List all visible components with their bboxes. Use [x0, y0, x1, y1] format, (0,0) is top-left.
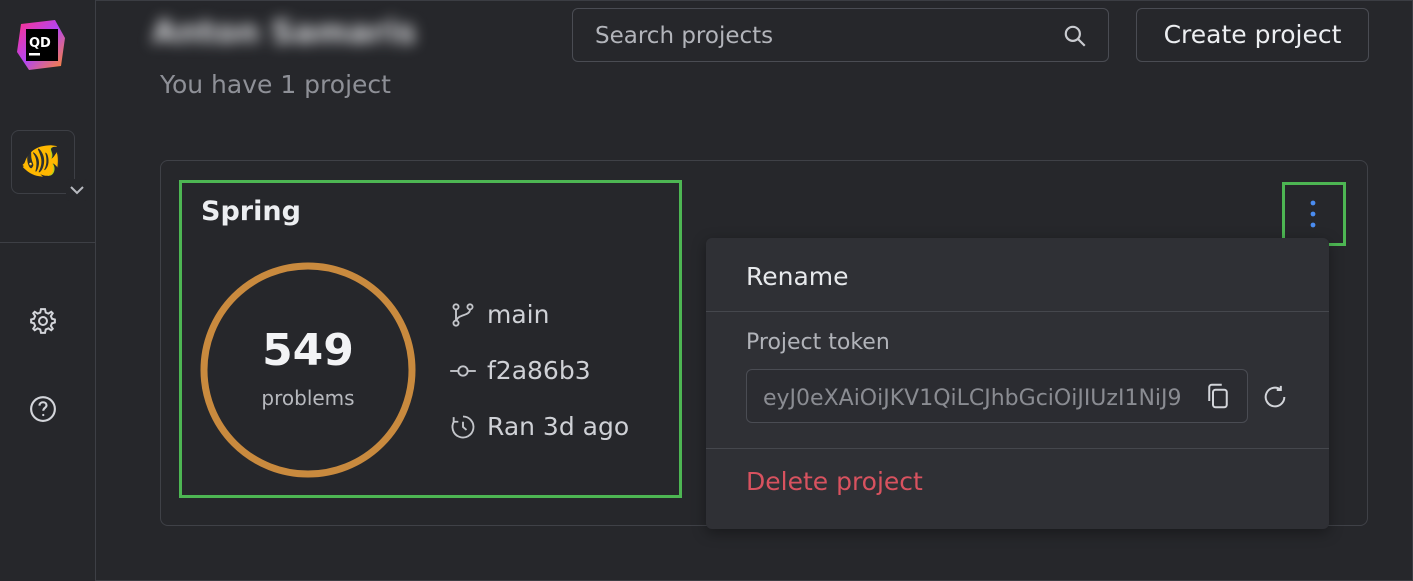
problems-count: 549 — [262, 325, 354, 376]
gear-icon[interactable] — [28, 306, 58, 336]
more-options-icon[interactable] — [1298, 195, 1328, 233]
sidebar: QD 🐠 — [0, 0, 96, 581]
clock-icon — [451, 415, 475, 439]
menu-divider — [706, 311, 1329, 312]
search-input[interactable] — [593, 19, 1057, 53]
search-icon[interactable] — [1062, 23, 1088, 49]
project-token-field[interactable] — [746, 369, 1248, 423]
user-name: Anton Samaris — [152, 13, 417, 51]
svg-text:QD: QD — [29, 36, 51, 51]
qodana-logo[interactable]: QD — [15, 18, 71, 74]
create-project-button[interactable]: Create project — [1136, 8, 1369, 62]
workspace-switcher[interactable]: 🐠 — [11, 130, 88, 201]
regenerate-token-icon[interactable] — [1261, 383, 1289, 411]
sidebar-divider — [0, 242, 95, 243]
delete-project-menu-item[interactable]: Delete project — [746, 467, 923, 496]
commit-hash: f2a86b3 — [487, 356, 591, 385]
project-options-menu: Rename Project token Delete project — [706, 238, 1329, 529]
menu-divider — [706, 448, 1329, 449]
rename-menu-item[interactable]: Rename — [746, 262, 849, 291]
branch-icon — [452, 303, 474, 327]
project-token-label: Project token — [746, 330, 890, 355]
copy-icon[interactable] — [1203, 381, 1233, 411]
commit-icon — [450, 365, 476, 377]
branch-name: main — [487, 300, 550, 329]
last-run-text: Ran 3d ago — [487, 412, 630, 441]
project-token-input[interactable] — [761, 380, 1195, 416]
problems-label: problems — [261, 386, 355, 410]
help-icon[interactable] — [28, 394, 58, 424]
fish-avatar-icon: 🐠 — [20, 141, 63, 181]
chevron-down-icon — [66, 179, 88, 201]
project-count-subtitle: You have 1 project — [160, 70, 391, 99]
project-title[interactable]: Spring — [201, 196, 301, 227]
search-box[interactable] — [572, 8, 1109, 62]
